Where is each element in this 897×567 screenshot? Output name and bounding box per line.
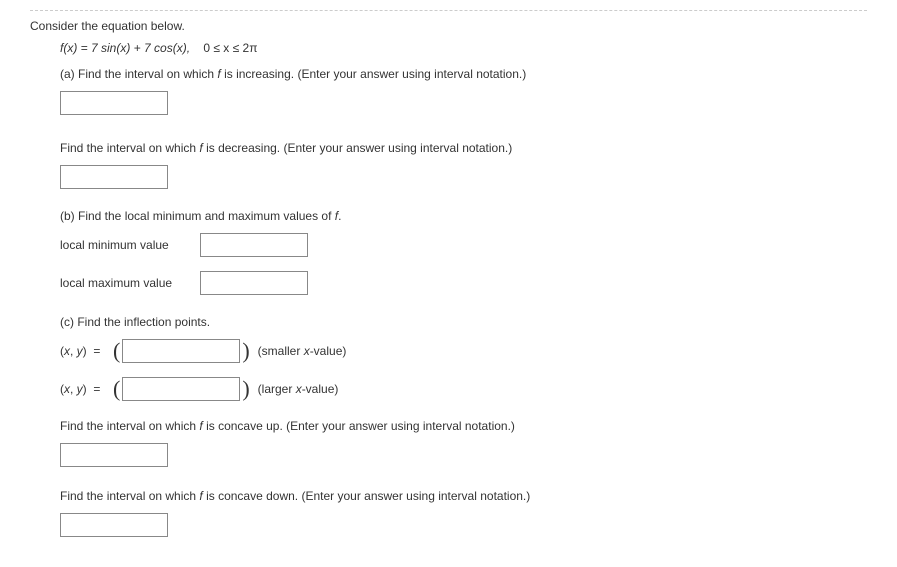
inflection-point-2-input[interactable] <box>122 377 240 401</box>
concave-up-text1: Find the interval on which <box>60 419 199 433</box>
close-paren-2: ) <box>242 378 249 400</box>
concave-dn-text2: is concave down. (Enter your answer usin… <box>203 489 531 503</box>
equation: f(x) = 7 sin(x) + 7 cos(x), 0 ≤ x ≤ 2π <box>60 41 867 55</box>
inflection-point-1-input[interactable] <box>122 339 240 363</box>
concave-down-input[interactable] <box>60 513 168 537</box>
equation-domain: 0 ≤ x ≤ 2π <box>203 41 257 55</box>
concave-up-input[interactable] <box>60 443 168 467</box>
part-b-text: (b) Find the local minimum and maximum v… <box>60 209 335 223</box>
part-c-prompt: (c) Find the inflection points. <box>60 315 867 329</box>
part-b: (b) Find the local minimum and maximum v… <box>60 209 867 295</box>
increasing-interval-input[interactable] <box>60 91 168 115</box>
local-min-label: local minimum value <box>60 238 200 252</box>
xy-label-2: (x, y) = <box>60 382 107 396</box>
part-a-text2: is increasing. (Enter your answer using … <box>221 67 526 81</box>
larger-x-hint: (larger x-value) <box>258 382 339 396</box>
part-a: (a) Find the interval on which f is incr… <box>60 67 867 189</box>
decreasing-interval-input[interactable] <box>60 165 168 189</box>
local-min-input[interactable] <box>200 233 308 257</box>
concave-down-prompt: Find the interval on which f is concave … <box>60 489 867 503</box>
concave-up-text2: is concave up. (Enter your answer using … <box>203 419 515 433</box>
close-paren-1: ) <box>242 340 249 362</box>
part-b-period: . <box>338 209 341 223</box>
open-paren-1: ( <box>113 340 120 362</box>
xy-label-1: (x, y) = <box>60 344 107 358</box>
concave-up-prompt: Find the interval on which f is concave … <box>60 419 867 433</box>
divider <box>30 10 867 11</box>
local-max-input[interactable] <box>200 271 308 295</box>
intro-text: Consider the equation below. <box>30 19 867 33</box>
part-a-increasing-prompt: (a) Find the interval on which f is incr… <box>60 67 867 81</box>
part-b-prompt: (b) Find the local minimum and maximum v… <box>60 209 867 223</box>
smaller-x-hint: (smaller x-value) <box>258 344 347 358</box>
part-c: (c) Find the inflection points. (x, y) =… <box>60 315 867 537</box>
part-a-dec1: Find the interval on which <box>60 141 199 155</box>
part-a-dec2: is decreasing. (Enter your answer using … <box>203 141 513 155</box>
local-max-label: local maximum value <box>60 276 200 290</box>
open-paren-2: ( <box>113 378 120 400</box>
part-a-decreasing-prompt: Find the interval on which f is decreasi… <box>60 141 867 155</box>
concave-dn-text1: Find the interval on which <box>60 489 199 503</box>
equation-lhs: f(x) = 7 sin(x) + 7 cos(x), <box>60 41 190 55</box>
part-a-text1: (a) Find the interval on which <box>60 67 217 81</box>
